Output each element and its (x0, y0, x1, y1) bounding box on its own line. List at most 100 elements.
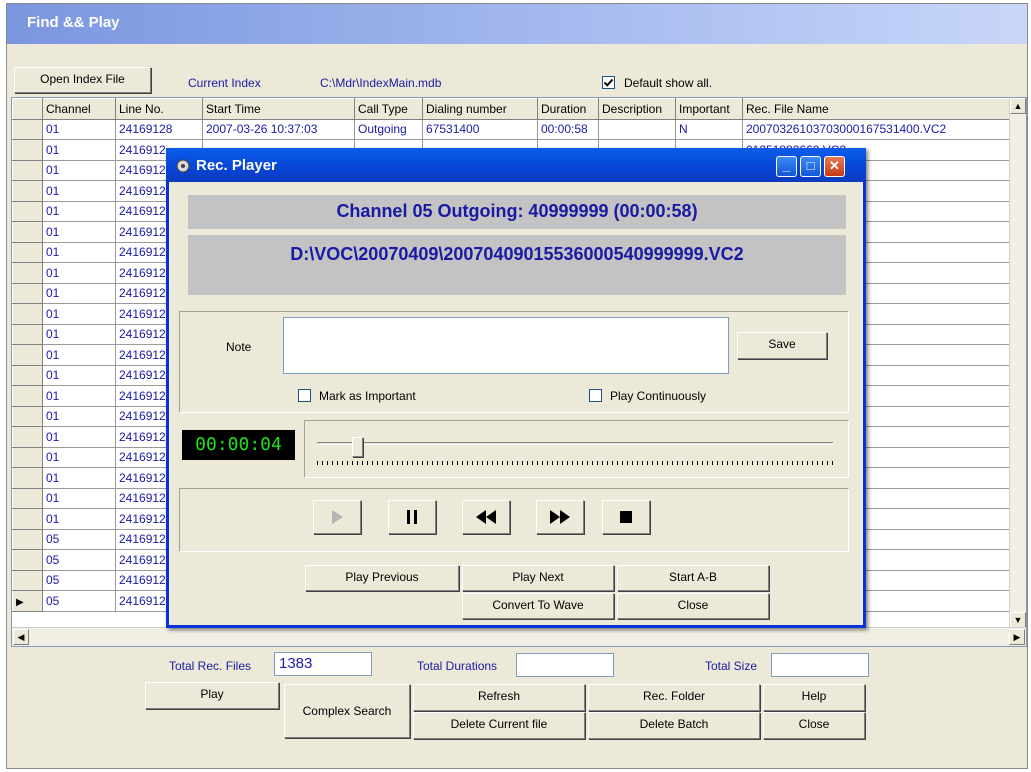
player-app-icon (176, 159, 190, 173)
close-button[interactable]: Close (763, 712, 865, 739)
current-row-pointer-icon: ▶ (16, 596, 24, 608)
start-a-b-button[interactable]: Start A-B (617, 565, 769, 591)
minimize-icon[interactable]: _ (776, 156, 797, 177)
row-selector[interactable] (12, 262, 43, 284)
vertical-scrollbar[interactable]: ▲ ▼ (1009, 98, 1026, 628)
column-header-dialing-number[interactable]: Dialing number (422, 98, 538, 120)
total-durations-field (516, 653, 614, 677)
pause-icon (407, 510, 417, 524)
row-selector[interactable] (12, 405, 43, 427)
cell-channel: 01 (42, 221, 116, 243)
rec-folder-button[interactable]: Rec. Folder (588, 684, 760, 711)
note-field[interactable] (283, 317, 729, 374)
fast-forward-button[interactable] (536, 500, 584, 534)
help-button[interactable]: Help (763, 684, 865, 711)
window-title: Find && Play (27, 14, 120, 31)
pause-button[interactable] (388, 500, 436, 534)
cell-rec-file-name: 20070326103703000167531400.VC2 (742, 118, 1013, 140)
channel-info: Channel 05 Outgoing: 40999999 (00:00:58) (188, 195, 846, 229)
scroll-down-arrow-icon[interactable]: ▼ (1010, 612, 1026, 628)
seek-panel (304, 420, 849, 478)
rewind-button[interactable] (462, 500, 510, 534)
checkmark-icon (603, 78, 614, 87)
row-selector[interactable] (12, 221, 43, 243)
column-header-start-time[interactable]: Start Time (202, 98, 355, 120)
complex-search-button[interactable]: Complex Search (284, 684, 410, 738)
mark-important-label: Mark as Important (319, 389, 416, 403)
row-selector[interactable] (12, 467, 43, 489)
cell-channel: 01 (42, 323, 116, 345)
row-selector[interactable] (12, 549, 43, 571)
cell-channel: 01 (42, 262, 116, 284)
row-selector[interactable] (12, 323, 43, 345)
default-show-all-checkbox[interactable] (602, 76, 615, 89)
player-close-button[interactable]: Close (617, 593, 769, 619)
row-selector[interactable] (12, 200, 43, 222)
row-selector[interactable] (12, 446, 43, 468)
table-row[interactable]: 01 24169128 2007-03-26 10:37:03 Outgoing… (12, 118, 1013, 140)
row-selector[interactable] (12, 364, 43, 386)
row-selector[interactable] (12, 385, 43, 407)
cell-channel: 01 (42, 200, 116, 222)
maximize-icon[interactable]: □ (800, 156, 821, 177)
rec-player-titlebar[interactable]: Rec. Player _ □ ✕ (166, 148, 866, 182)
time-display: 00:00:04 (182, 430, 295, 460)
close-icon[interactable]: ✕ (824, 156, 845, 177)
delete-batch-button[interactable]: Delete Batch (588, 712, 760, 739)
column-header-important[interactable]: Important (675, 98, 743, 120)
fast-forward-icon (550, 510, 570, 524)
play-button[interactable]: Play (145, 682, 279, 709)
convert-to-wave-button[interactable]: Convert To Wave (462, 593, 614, 619)
play-continuously-label: Play Continuously (610, 389, 707, 403)
row-selector[interactable] (12, 303, 43, 325)
row-selector[interactable] (12, 569, 43, 591)
cell-channel: 05 (42, 528, 116, 550)
row-selector[interactable] (12, 180, 43, 202)
column-header-call-type[interactable]: Call Type (354, 98, 423, 120)
scroll-right-arrow-icon[interactable]: ▶ (1009, 629, 1025, 645)
row-selector[interactable] (12, 528, 43, 550)
scroll-up-arrow-icon[interactable]: ▲ (1010, 98, 1026, 114)
row-selector[interactable] (12, 282, 43, 304)
rewind-icon (476, 510, 496, 524)
cell-channel: 01 (42, 364, 116, 386)
column-header-duration[interactable]: Duration (537, 98, 599, 120)
seek-slider[interactable] (317, 437, 833, 467)
cell-channel: 01 (42, 426, 116, 448)
horizontal-scrollbar[interactable]: ◀ ▶ (12, 627, 1026, 646)
transport-panel (179, 488, 849, 552)
row-selector[interactable] (12, 487, 43, 509)
refresh-button[interactable]: Refresh (413, 684, 585, 711)
cell-channel: 01 (42, 282, 116, 304)
open-index-file-button[interactable]: Open Index File (14, 67, 151, 93)
total-durations-label: Total Durations (417, 659, 498, 673)
row-selector[interactable] (12, 344, 43, 366)
row-selector[interactable] (12, 241, 43, 263)
cell-channel: 01 (42, 467, 116, 489)
row-selector[interactable] (12, 118, 43, 140)
delete-current-file-button[interactable]: Delete Current file (413, 712, 585, 739)
cell-channel: 01 (42, 241, 116, 263)
column-header-channel[interactable]: Channel (42, 98, 116, 120)
note-label: Note (226, 340, 252, 354)
play-continuously-checkbox[interactable] (589, 389, 602, 402)
scroll-left-arrow-icon[interactable]: ◀ (13, 629, 29, 645)
cell-channel: 01 (42, 180, 116, 202)
save-button[interactable]: Save (737, 332, 827, 359)
column-header-rec-file-name[interactable]: Rec. File Name (742, 98, 1013, 120)
row-selector[interactable] (12, 159, 43, 181)
stop-button[interactable] (602, 500, 650, 534)
cell-channel: 01 (42, 303, 116, 325)
row-selector[interactable] (12, 508, 43, 530)
row-selector[interactable]: ▶ (12, 590, 43, 612)
play-previous-button[interactable]: Play Previous (305, 565, 459, 591)
row-selector[interactable] (12, 139, 43, 161)
cell-channel: 01 (42, 487, 116, 509)
mark-important-checkbox[interactable] (298, 389, 311, 402)
seek-thumb[interactable] (352, 437, 363, 457)
row-selector[interactable] (12, 426, 43, 448)
column-header-description[interactable]: Description (598, 98, 676, 120)
play-transport-button[interactable] (313, 500, 361, 534)
play-next-button[interactable]: Play Next (462, 565, 614, 591)
column-header-line-no[interactable]: Line No. (115, 98, 203, 120)
